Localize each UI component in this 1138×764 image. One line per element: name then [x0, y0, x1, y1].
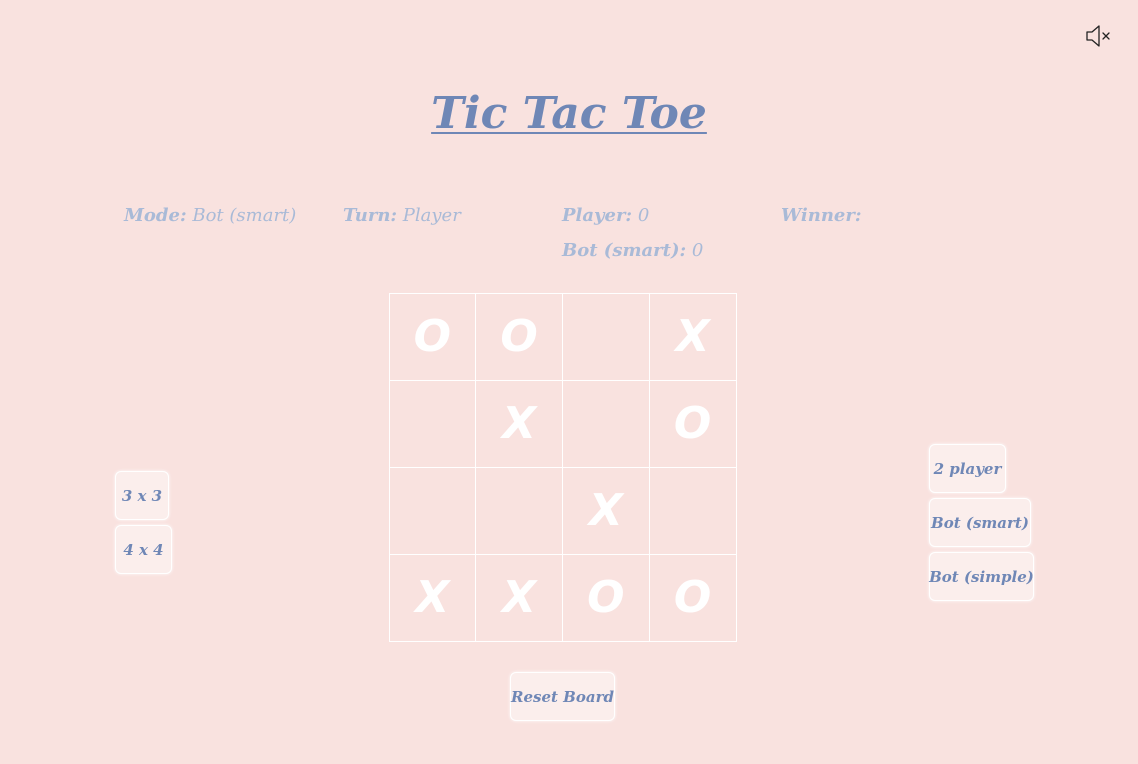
reset-board-button[interactable]: Reset Board: [510, 672, 615, 721]
game-board: O O X X O X X X O O: [388, 292, 737, 642]
bot-score-value: 0: [691, 240, 704, 261]
board-cell[interactable]: O: [388, 292, 477, 381]
board-cell[interactable]: X: [562, 466, 650, 555]
board-cell[interactable]: O: [648, 379, 737, 468]
board-cell[interactable]: [475, 466, 563, 555]
turn-value: Player: [402, 205, 461, 226]
board-cell[interactable]: O: [562, 553, 650, 642]
mode-status: Mode: Bot (smart): [124, 205, 296, 227]
size-3x3-button[interactable]: 3 x 3: [115, 471, 169, 520]
board-cell[interactable]: [562, 292, 650, 381]
mode-bot-simple-button[interactable]: Bot (simple): [929, 552, 1034, 601]
player-score-value: 0: [637, 205, 650, 226]
speaker-muted-icon: [1086, 25, 1110, 47]
board-cell[interactable]: [562, 379, 650, 468]
mode-bot-smart-button[interactable]: Bot (smart): [929, 498, 1031, 547]
player-score: Player: 0: [562, 205, 649, 227]
size-4x4-button[interactable]: 4 x 4: [115, 525, 172, 574]
board-cell[interactable]: O: [648, 553, 737, 642]
mute-button[interactable]: [1084, 22, 1114, 50]
turn-status: Turn: Player: [343, 205, 461, 227]
board-cell[interactable]: [388, 466, 477, 555]
board-cell[interactable]: [648, 466, 737, 555]
bot-score: Bot (smart): 0: [562, 240, 703, 262]
board-cell[interactable]: X: [648, 292, 737, 381]
player-score-label: Player:: [562, 205, 633, 226]
mode-label: Mode:: [124, 205, 187, 226]
winner-status: Winner:: [781, 205, 862, 227]
board-cell[interactable]: X: [475, 379, 563, 468]
board-cell[interactable]: X: [388, 553, 477, 642]
board-cell[interactable]: O: [475, 292, 563, 381]
board-cell[interactable]: X: [475, 553, 563, 642]
board-cell[interactable]: [388, 379, 477, 468]
mode-value: Bot (smart): [192, 205, 297, 226]
bot-score-label: Bot (smart):: [562, 240, 687, 261]
turn-label: Turn:: [343, 205, 398, 226]
winner-label: Winner:: [781, 205, 862, 226]
page-title: Tic Tac Toe: [431, 88, 707, 139]
mode-2-player-button[interactable]: 2 player: [929, 444, 1006, 493]
